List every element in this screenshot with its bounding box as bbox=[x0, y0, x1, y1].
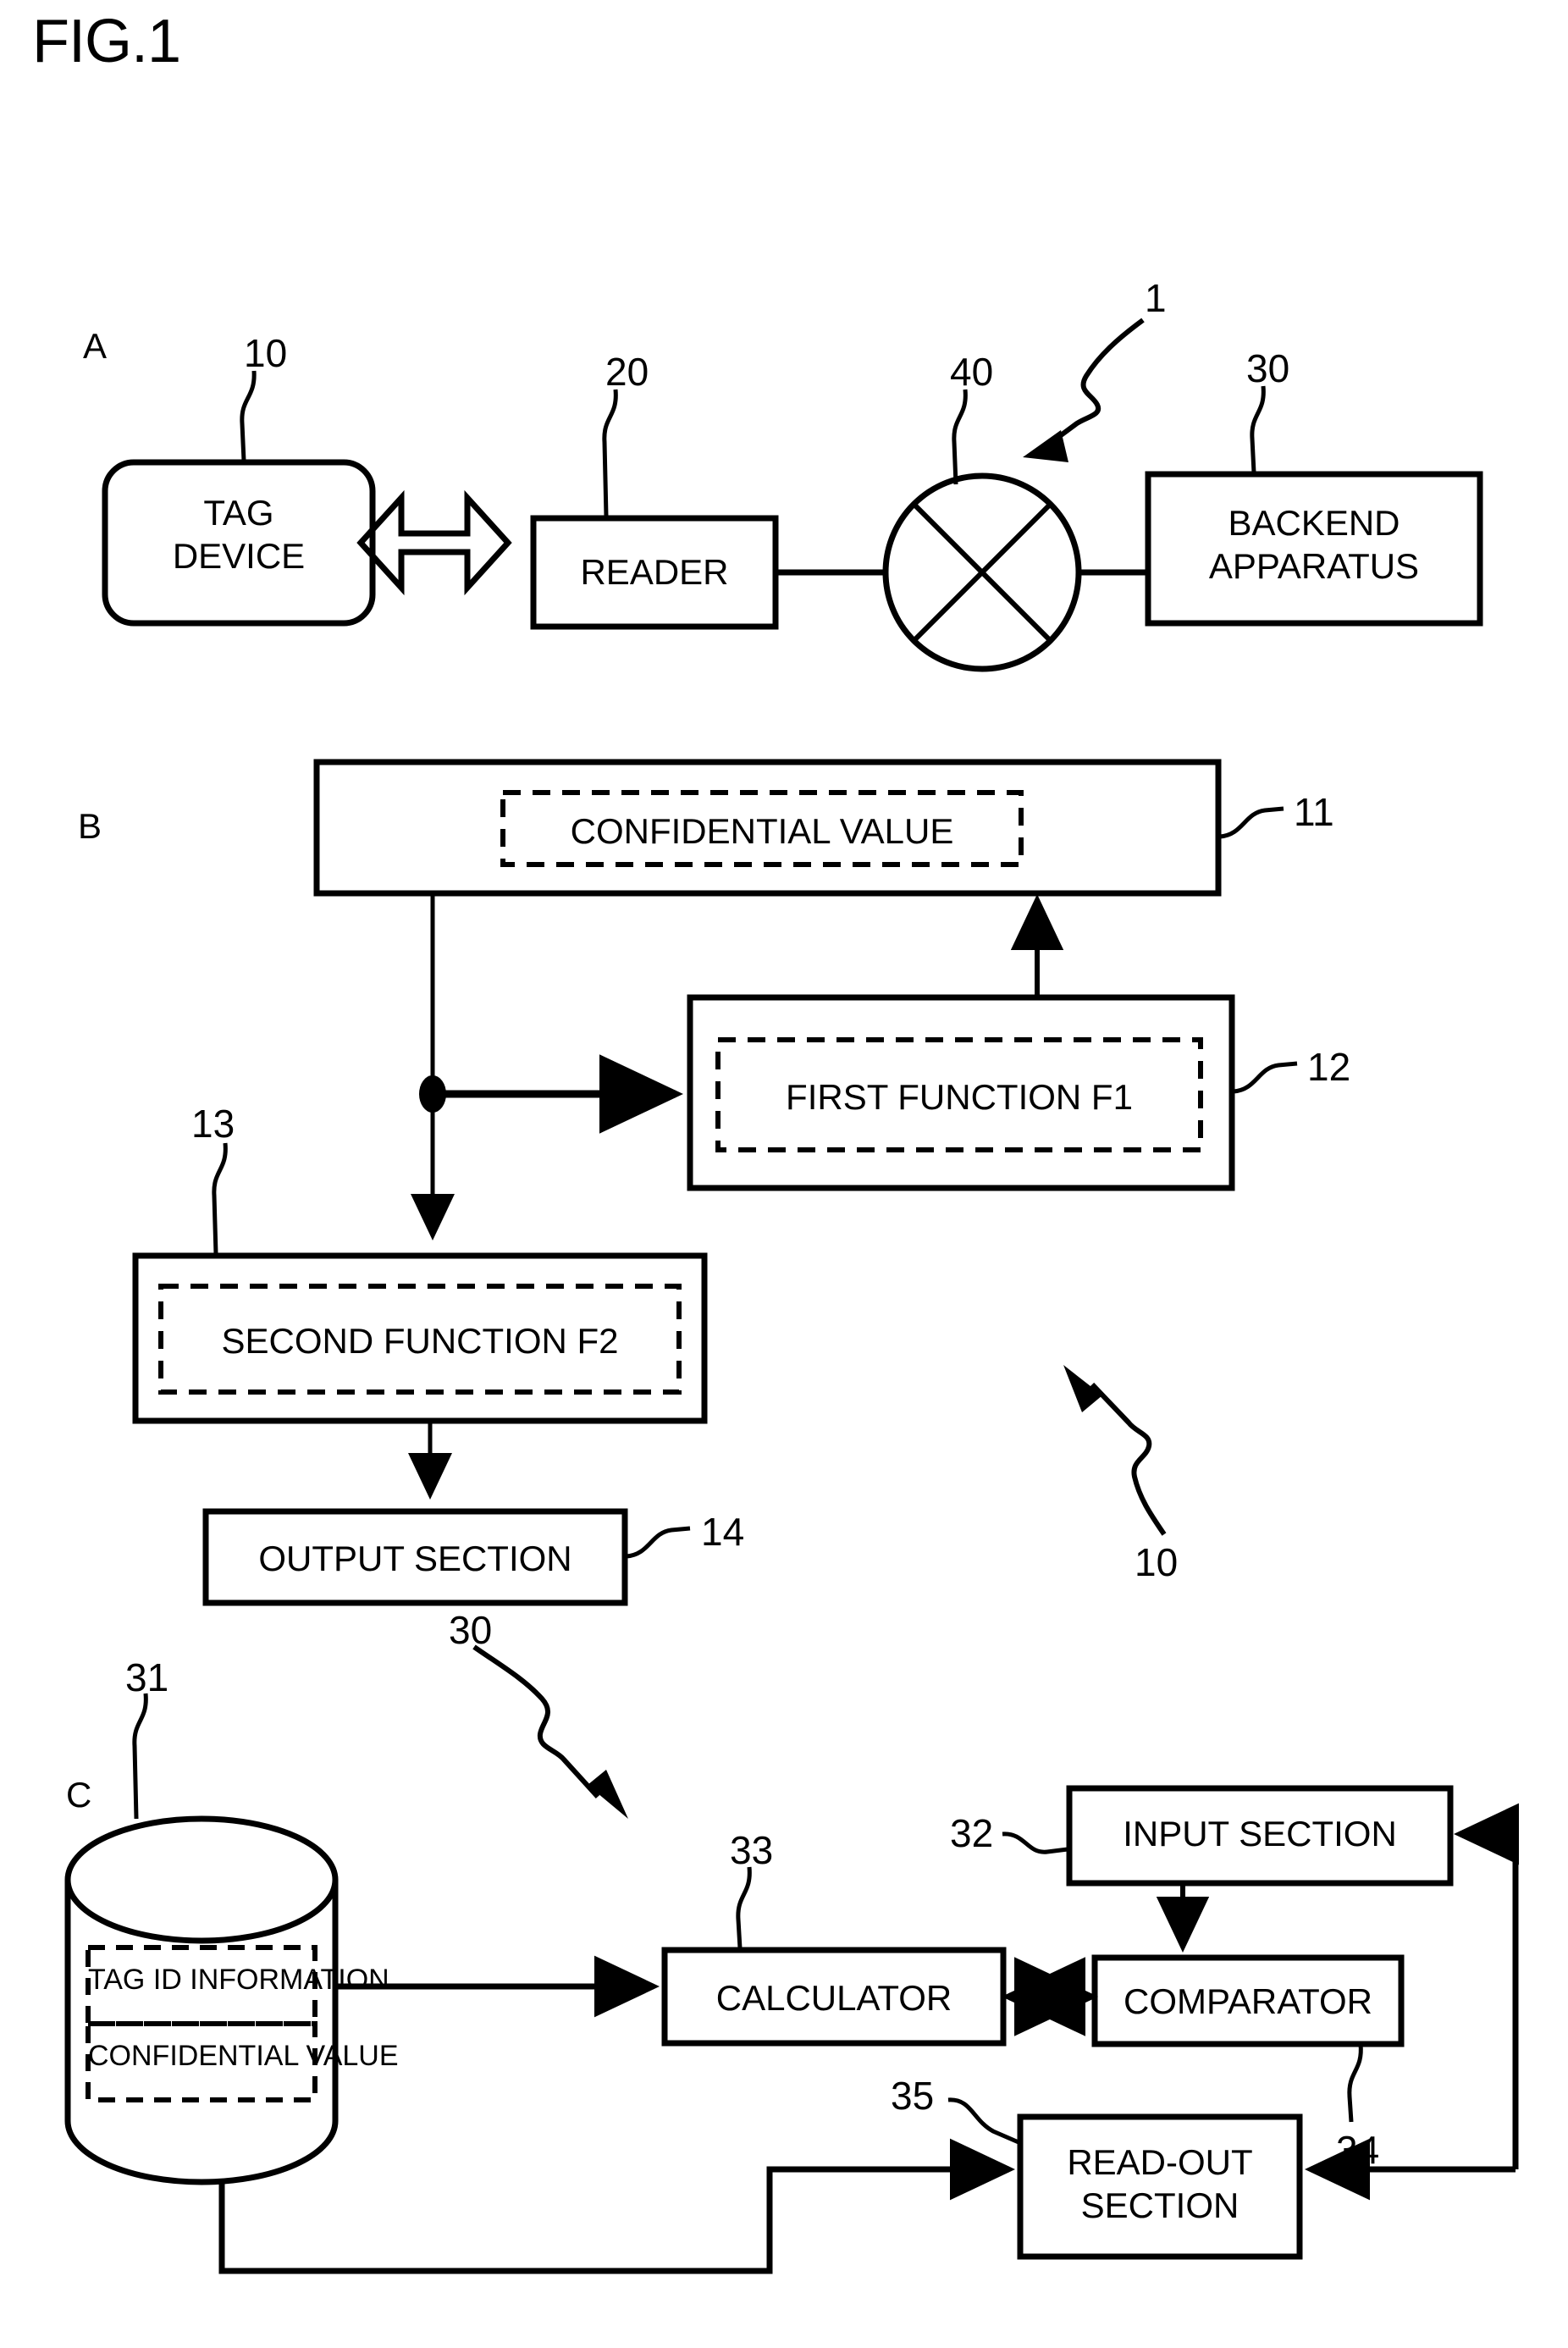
reader-label: READER bbox=[580, 552, 729, 592]
backend-apparatus-label: BACKEND APPARATUS bbox=[1208, 503, 1420, 587]
leader-ref-30-a bbox=[1250, 385, 1266, 473]
ref-label-12: 12 bbox=[1307, 1045, 1351, 1089]
leader-ref-1 bbox=[1052, 318, 1145, 443]
output-section-label: OUTPUT SECTION bbox=[258, 1539, 572, 1578]
ref-label-10-a: 10 bbox=[244, 331, 288, 375]
comparator-label: COMPARATOR bbox=[1123, 1981, 1373, 2021]
leader-ref-33 bbox=[736, 1866, 752, 1949]
calculator-label: CALCULATOR bbox=[715, 1978, 952, 2018]
database-cylinder bbox=[64, 1815, 339, 2185]
ref-label-20: 20 bbox=[605, 350, 649, 394]
bidirectional-hollow-arrow bbox=[356, 489, 512, 596]
ref-label-35: 35 bbox=[891, 2074, 935, 2118]
leader-ref-10-a bbox=[240, 370, 257, 461]
input-section-label: INPUT SECTION bbox=[1123, 1814, 1397, 1854]
tag-device-label: TAG DEVICE bbox=[172, 493, 306, 577]
database-row-confidential-value: CONFIDENTIAL VALUE bbox=[88, 2040, 399, 2072]
panel-letter-b: B bbox=[78, 806, 102, 846]
ref-label-11: 11 bbox=[1294, 790, 1334, 834]
leader-ref-12 bbox=[1233, 1061, 1298, 1094]
ref-label-33: 33 bbox=[730, 1828, 774, 1872]
leader-ref-32 bbox=[1002, 1831, 1068, 1854]
leader-ref-1-arrowhead bbox=[1023, 430, 1068, 462]
link-db-read-out bbox=[218, 2138, 1015, 2274]
leader-ref-34 bbox=[1347, 2043, 1363, 2123]
ref-label-31: 31 bbox=[125, 1655, 169, 1699]
leader-ref-13 bbox=[212, 1142, 228, 1255]
ref-label-30-a: 30 bbox=[1246, 346, 1290, 390]
read-out-section-label: READ-OUT SECTION bbox=[1067, 2142, 1253, 2226]
ref-label-14: 14 bbox=[701, 1510, 745, 1554]
figure-page: FIG.1 A B C 10 20 40 30 1 TAG DEVICE REA… bbox=[0, 0, 1568, 2348]
panel-letter-c: C bbox=[66, 1775, 92, 1815]
ref-label-40: 40 bbox=[950, 350, 994, 394]
leader-ref-11 bbox=[1219, 806, 1284, 839]
ref-label-13: 13 bbox=[191, 1102, 235, 1146]
leader-ref-10-b bbox=[1090, 1382, 1167, 1536]
network-cloud-icon bbox=[882, 472, 1082, 672]
leader-ref-35 bbox=[947, 2097, 1019, 2145]
database-row-tag-id: TAG ID INFORMATION bbox=[88, 1964, 389, 1996]
leader-ref-14 bbox=[626, 1526, 691, 1559]
ref-label-10-b: 10 bbox=[1135, 1540, 1179, 1584]
leader-ref-40 bbox=[952, 389, 968, 485]
leader-ref-20 bbox=[602, 389, 618, 517]
ref-label-1: 1 bbox=[1145, 276, 1167, 320]
panel-letter-a: A bbox=[83, 326, 108, 366]
ref-label-32: 32 bbox=[950, 1811, 994, 1855]
second-function-label: SECOND FUNCTION F2 bbox=[221, 1321, 619, 1361]
ref-label-30-c: 30 bbox=[449, 1608, 493, 1652]
first-function-label: FIRST FUNCTION F1 bbox=[786, 1077, 1133, 1117]
ref-label-34: 34 bbox=[1336, 2128, 1380, 2172]
confidential-value-label: CONFIDENTIAL VALUE bbox=[570, 811, 954, 851]
leader-ref-30-c bbox=[472, 1644, 600, 1799]
figure-title: FIG.1 bbox=[32, 8, 181, 75]
leader-ref-31 bbox=[132, 1693, 148, 1820]
